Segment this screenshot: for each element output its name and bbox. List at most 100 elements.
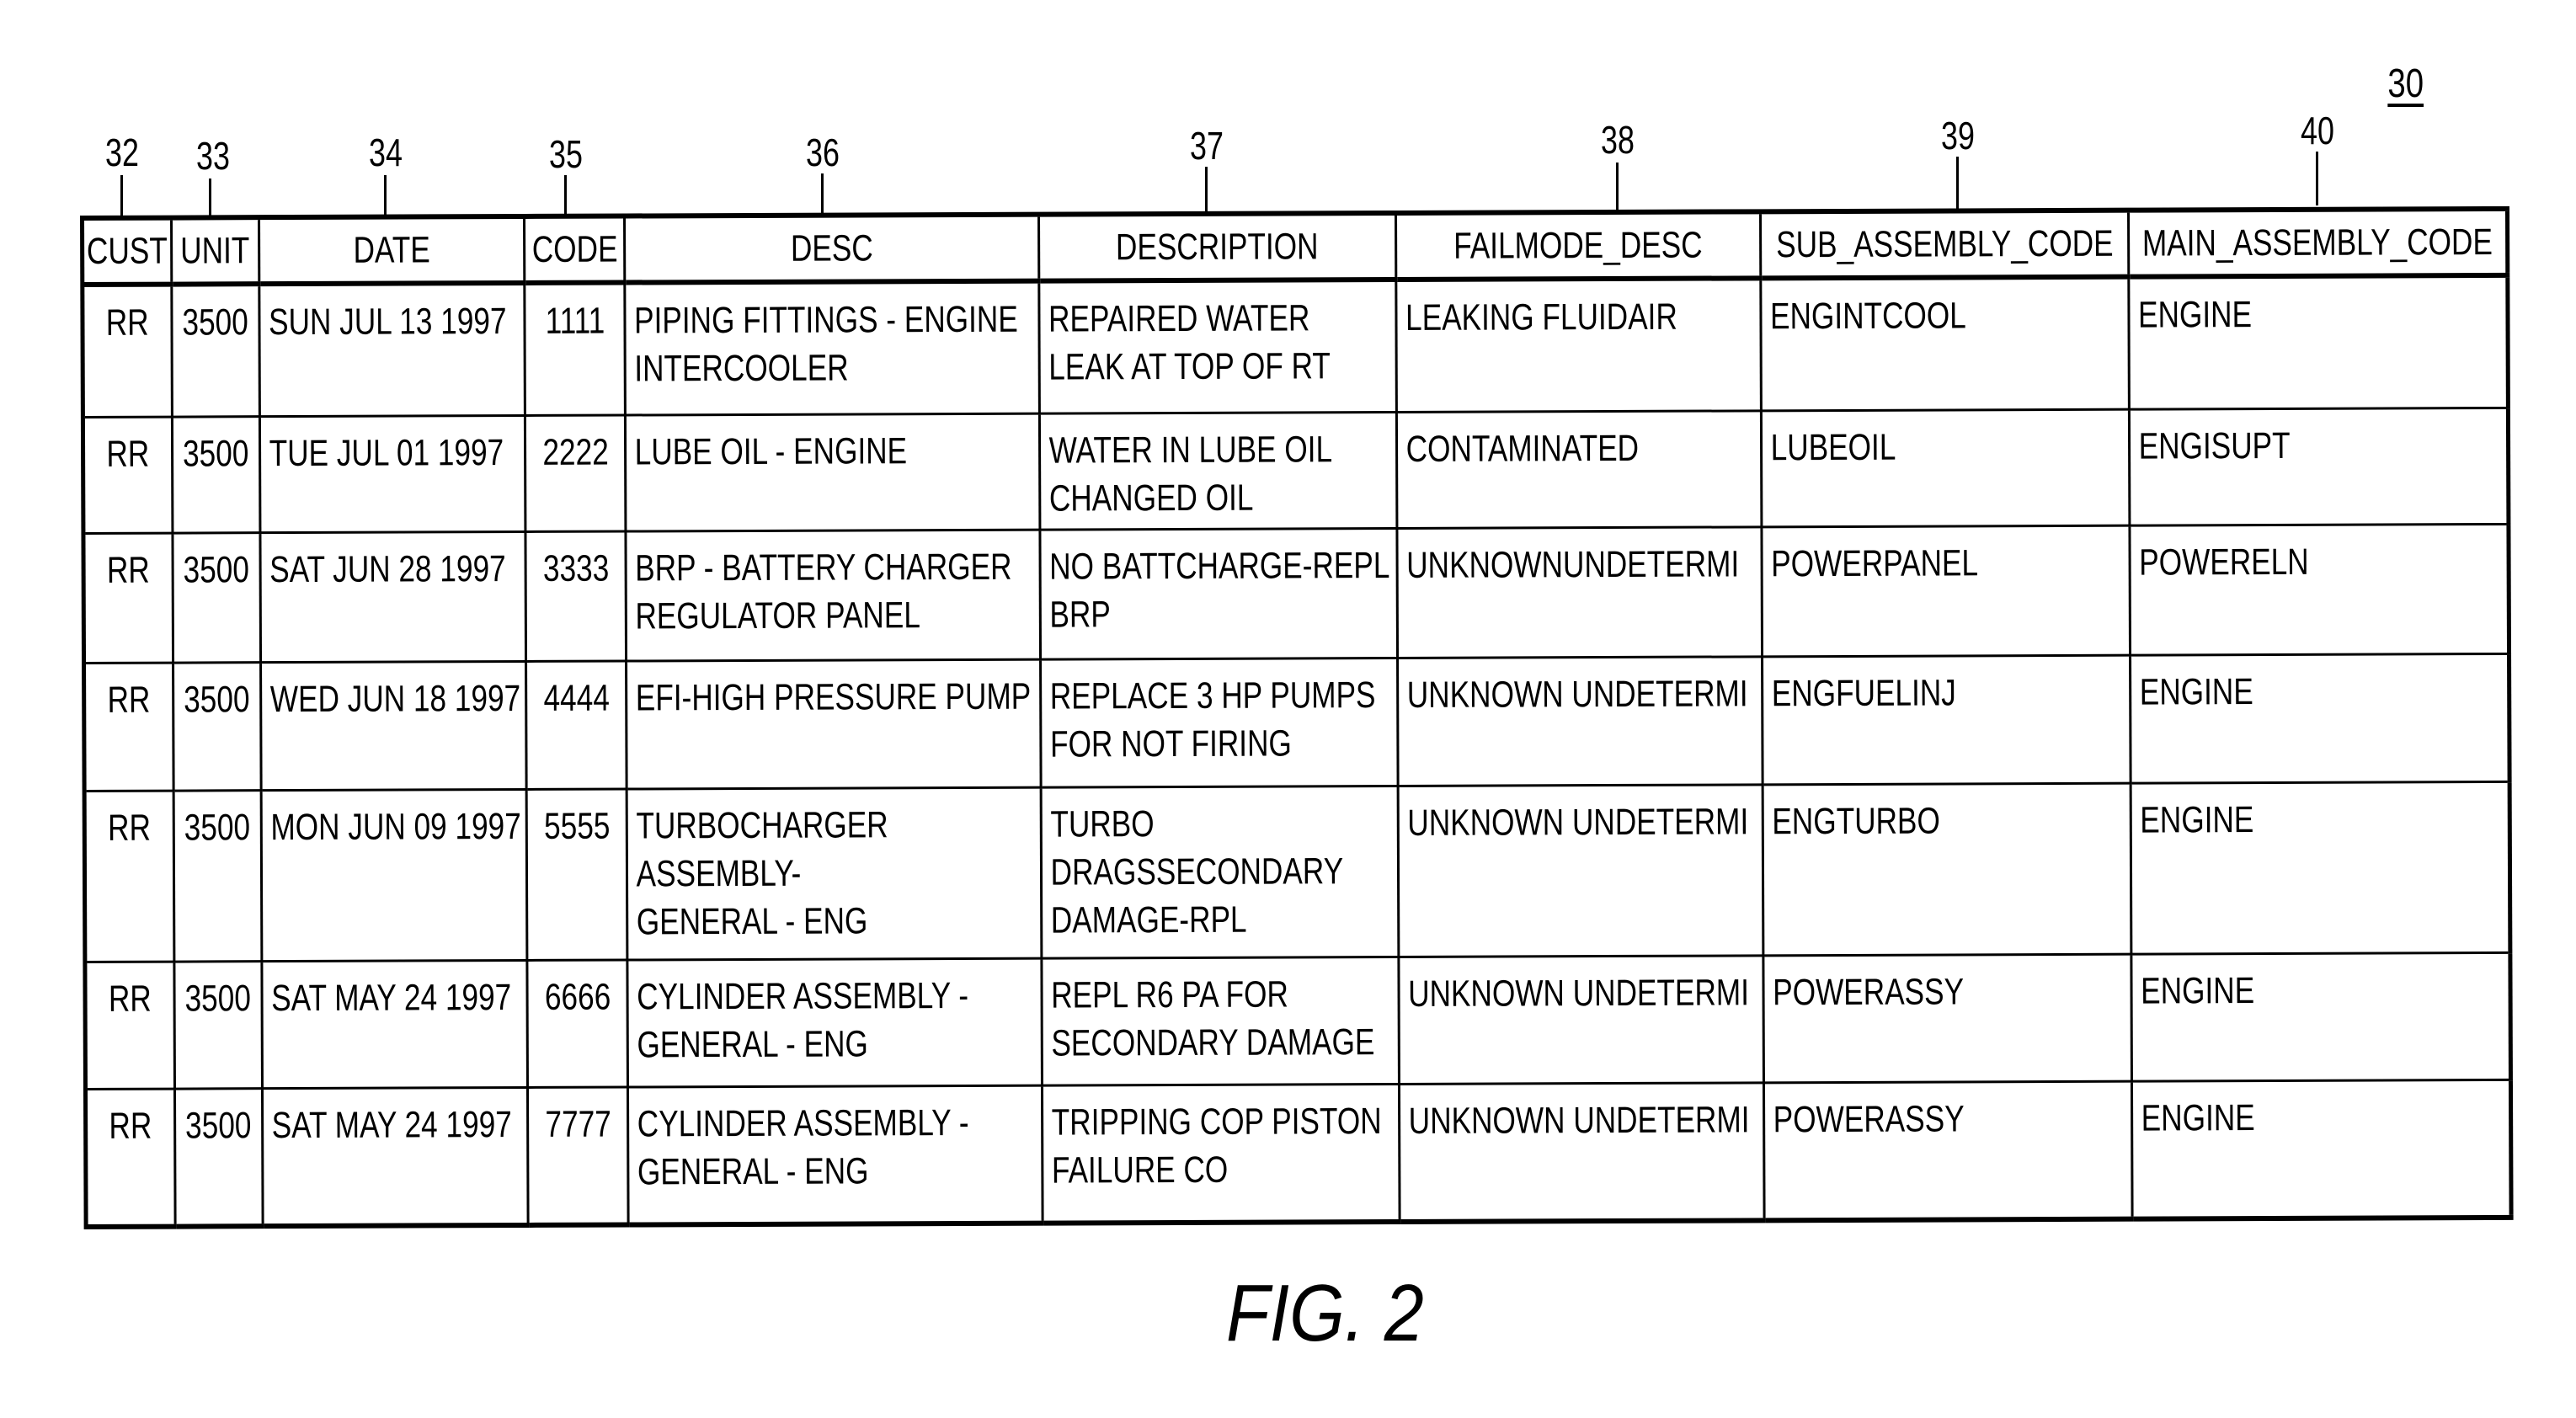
cell-desc: TURBOCHARGER ASSEMBLY- GENERAL - ENG (627, 786, 1042, 960)
cell-code: 2222 (525, 414, 626, 531)
cell-desc: LUBE OIL - ENGINE (625, 413, 1040, 531)
ref-numeral-sub-assembly-code: 39 (1941, 114, 1975, 157)
code-value: 5555 (543, 805, 611, 847)
cell-date: WED JUN 18 1997 (260, 660, 527, 791)
code-value: 6666 (544, 976, 611, 1018)
cell-desc: PIPING FITTINGS - ENGINE INTERCOOLER (624, 280, 1040, 415)
code-value: 2222 (541, 431, 609, 473)
ref-numeral-unit: 33 (196, 134, 230, 178)
cell-failmode-desc: UNKNOWN UNDETERMI (1399, 1082, 1765, 1222)
cell-sub-assembly-code: LUBEOIL (1761, 408, 2130, 527)
date-value: WED JUN 18 1997 (269, 677, 521, 720)
cell-desc: EFI-HIGH PRESSURE PUMP (626, 658, 1042, 789)
description-value: TURBO DRAGSSECONDARY DAMAGE-RPL (1050, 802, 1344, 941)
sub-assembly-code-value: ENGTURBO (1772, 800, 1940, 842)
sub-assembly-code-value: POWERASSY (1773, 970, 1965, 1013)
cust-value: RR (107, 549, 151, 591)
desc-value: CYLINDER ASSEMBLY - GENERAL - ENG (637, 974, 969, 1065)
cell-description: REPL R6 PA FOR SECONDARY DAMAGE (1041, 956, 1400, 1085)
code-value: 3333 (542, 547, 609, 589)
cell-description: WATER IN LUBE OIL CHANGED OIL (1039, 411, 1397, 530)
table-header-row: CUST UNIT DATE CODE DESC DESCRIPTION FAI… (82, 208, 2508, 285)
unit-value: 3500 (184, 977, 252, 1020)
cell-unit: 3500 (172, 416, 260, 533)
code-value: 7777 (544, 1103, 611, 1145)
column-header-description: DESCRIPTION (1038, 213, 1396, 281)
date-value: MON JUN 09 1997 (270, 805, 521, 848)
cell-cust: RR (83, 416, 173, 533)
cell-date: MON JUN 09 1997 (261, 788, 527, 962)
cell-unit: 3500 (173, 961, 263, 1089)
ref-numeral-date: 34 (369, 131, 403, 174)
main-assembly-code-value: ENGINE (2141, 1096, 2255, 1139)
cell-cust: RR (84, 961, 175, 1089)
ref-numeral-description: 37 (1190, 124, 1224, 168)
unit-value: 3500 (182, 301, 249, 344)
sub-assembly-code-value: LUBEOIL (1770, 426, 1896, 468)
cell-date: SAT MAY 24 1997 (261, 959, 528, 1089)
main-assembly-code-value: POWERELN (2139, 541, 2309, 584)
column-header-unit: UNIT (171, 217, 259, 285)
cell-failmode-desc: UNKNOWNUNDETERMI (1396, 526, 1763, 658)
cell-description: TURBO DRAGSSECONDARY DAMAGE-RPL (1041, 785, 1399, 958)
description-value: TRIPPING COP PISTON FAILURE CO (1051, 1100, 1382, 1191)
unit-value: 3500 (184, 678, 250, 721)
figure-caption: FIG. 2 (1226, 1268, 1424, 1358)
date-value: SAT JUN 28 1997 (269, 547, 506, 590)
cell-code: 4444 (525, 660, 627, 789)
cell-code: 1111 (524, 282, 626, 415)
table-row: RR 3500 SAT JUN 28 1997 3333 BRP - BATTERY C… (83, 523, 2509, 663)
cell-failmode-desc: UNKNOWN UNDETERMI (1397, 656, 1763, 786)
unit-value: 3500 (184, 806, 251, 849)
table-row: RR 3500 TUE JUL 01 1997 2222 LUBE OIL - ENGI… (83, 407, 2509, 533)
table-row: RR 3500 SAT MAY 24 1997 6666 CYLINDER ASSEMB… (84, 952, 2511, 1089)
cust-value: RR (108, 807, 152, 849)
cell-cust: RR (83, 532, 173, 663)
cust-value: RR (106, 433, 150, 475)
cell-code: 3333 (525, 530, 627, 661)
description-value: NO BATTCHARGE-REPL BRP (1049, 544, 1390, 636)
cell-code: 6666 (526, 959, 628, 1087)
cell-unit: 3500 (173, 790, 262, 962)
failmode-desc-value: UNKNOWN UNDETERMI (1408, 971, 1750, 1015)
cell-main-assembly-code: ENGINE (2131, 1079, 2512, 1219)
cell-desc: CYLINDER ASSEMBLY - GENERAL - ENG (627, 1085, 1043, 1225)
cell-date: TUE JUL 01 1997 (259, 414, 525, 533)
desc-value: CYLINDER ASSEMBLY - GENERAL - ENG (637, 1101, 969, 1192)
table-row: RR 3500 WED JUN 18 1997 4444 EFI-HIGH PRESSU… (83, 653, 2510, 791)
leader-line-date (384, 175, 387, 216)
desc-value: LUBE OIL - ENGINE (634, 429, 908, 472)
description-value: WATER IN LUBE OIL CHANGED OIL (1048, 428, 1333, 520)
cell-code: 5555 (526, 788, 627, 960)
cell-failmode-desc: CONTAMINATED (1396, 410, 1762, 528)
desc-value: BRP - BATTERY CHARGER REGULATOR PANEL (635, 546, 1012, 637)
failmode-desc-value: CONTAMINATED (1405, 427, 1640, 470)
desc-value: EFI-HIGH PRESSURE PUMP (635, 675, 1032, 718)
leader-line-desc (821, 173, 824, 214)
cell-description: NO BATTCHARGE-REPL BRP (1039, 527, 1398, 659)
cell-unit: 3500 (171, 284, 260, 417)
cell-failmode-desc: UNKNOWN UNDETERMI (1398, 955, 1764, 1084)
cell-sub-assembly-code: ENGINTCOOL (1760, 276, 2130, 411)
ref-numeral-cust: 32 (105, 131, 139, 174)
failmode-desc-value: LEAKING FLUIDAIR (1405, 296, 1677, 339)
cell-unit: 3500 (174, 1088, 264, 1227)
figure-reference-number: 30 (2387, 61, 2424, 106)
column-header-failmode-desc: FAILMODE_DESC (1395, 211, 1761, 280)
cell-sub-assembly-code: POWERPANEL (1761, 525, 2131, 657)
cell-failmode-desc: UNKNOWN UNDETERMI (1398, 784, 1763, 957)
cell-description: REPAIRED WATER LEAK AT TOP OF RT (1038, 279, 1397, 413)
cust-value: RR (109, 978, 152, 1020)
ref-numeral-desc: 36 (806, 131, 840, 174)
cell-cust: RR (85, 1088, 176, 1227)
leader-line-sub-assembly-code (1956, 157, 1959, 209)
cell-description: TRIPPING COP PISTON FAILURE CO (1042, 1083, 1400, 1223)
cell-date: SUN JUL 13 1997 (259, 282, 525, 417)
desc-value: PIPING FITTINGS - ENGINE INTERCOOLER (633, 298, 1018, 390)
code-value: 4444 (542, 677, 610, 719)
maintenance-records-table: CUST UNIT DATE CODE DESC DESCRIPTION FAI… (80, 206, 2514, 1229)
sub-assembly-code-value: POWERASSY (1773, 1097, 1965, 1140)
main-assembly-code-value: ENGINE (2141, 969, 2255, 1012)
unit-value: 3500 (183, 432, 249, 475)
cell-cust: RR (82, 284, 173, 417)
